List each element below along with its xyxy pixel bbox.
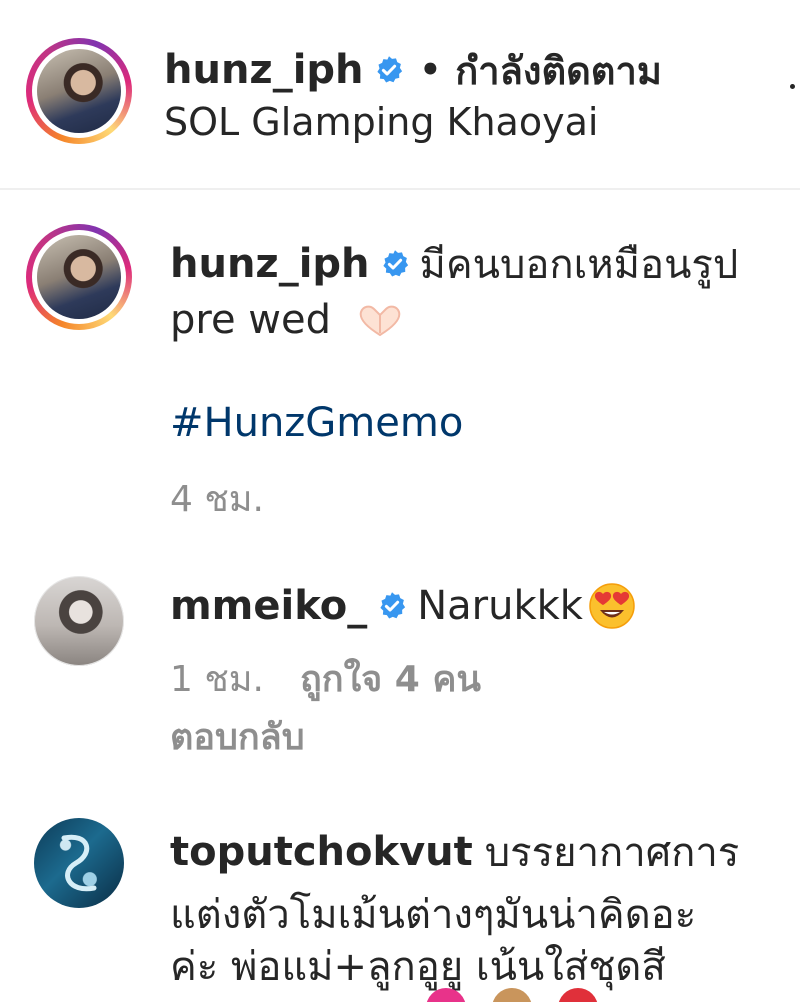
location-link[interactable]: SOL Glamping Khaoyai (164, 100, 598, 146)
comment-username[interactable]: mmeiko_ (170, 583, 367, 629)
comment-emoji-row (426, 988, 598, 1002)
comment-like-count[interactable]: ถูกใจ 4 คน (300, 650, 481, 707)
follow-status-button[interactable]: กำลังติดตาม (455, 40, 662, 101)
dog-emoji-icon (492, 988, 532, 1002)
more-options-icon[interactable] (790, 84, 800, 92)
hashtag-link[interactable]: #HunzGmemo (170, 400, 463, 446)
caption-text-line2: pre wed (170, 297, 331, 343)
heart-emoji-icon (558, 988, 598, 1002)
caption-username[interactable]: hunz_iph (170, 241, 370, 287)
separator-dot: • (419, 50, 442, 90)
header-divider (0, 188, 800, 190)
comment-avatar[interactable] (34, 818, 124, 908)
comment-username[interactable]: toputchokvut (170, 829, 473, 875)
verified-badge-icon (374, 55, 404, 85)
comment-timestamp[interactable]: 1 ชม. (170, 650, 264, 707)
heart-emoji-icon (426, 988, 466, 1002)
reply-button[interactable]: ตอบกลับ (170, 708, 305, 765)
verified-badge-icon (377, 591, 407, 621)
verified-badge-icon (380, 249, 410, 279)
caption-text-line1: มีคนบอกเหมือนรูป (419, 242, 739, 288)
comment-text-line1: บรรยากาศการ (484, 830, 740, 876)
author-avatar[interactable] (26, 38, 132, 144)
caption-author-avatar[interactable] (26, 224, 132, 330)
caption-timestamp[interactable]: 4 ชม. (170, 470, 264, 527)
header-username[interactable]: hunz_iph (164, 47, 364, 93)
heart-hands-emoji-icon (357, 303, 403, 337)
heart-eyes-emoji-icon (587, 581, 637, 631)
comment-avatar[interactable] (34, 576, 124, 666)
comment-text: Narukkk (417, 583, 583, 629)
